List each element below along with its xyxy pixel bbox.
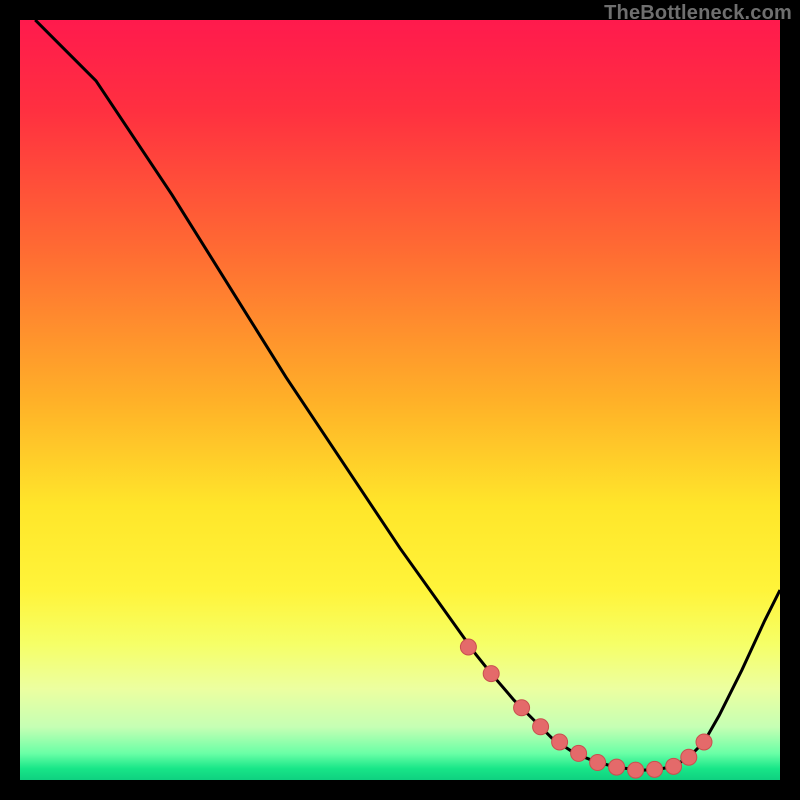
gradient-background bbox=[20, 20, 780, 780]
chart-canvas bbox=[20, 20, 780, 780]
curve-marker bbox=[571, 745, 587, 761]
curve-marker bbox=[483, 666, 499, 682]
curve-marker bbox=[552, 734, 568, 750]
curve-marker bbox=[647, 761, 663, 777]
curve-marker bbox=[609, 759, 625, 775]
curve-marker bbox=[514, 700, 530, 716]
curve-marker bbox=[681, 749, 697, 765]
curve-marker bbox=[666, 758, 682, 774]
curve-marker bbox=[628, 762, 644, 778]
curve-marker bbox=[460, 639, 476, 655]
curve-marker bbox=[696, 734, 712, 750]
curve-marker bbox=[533, 719, 549, 735]
curve-marker bbox=[590, 755, 606, 771]
